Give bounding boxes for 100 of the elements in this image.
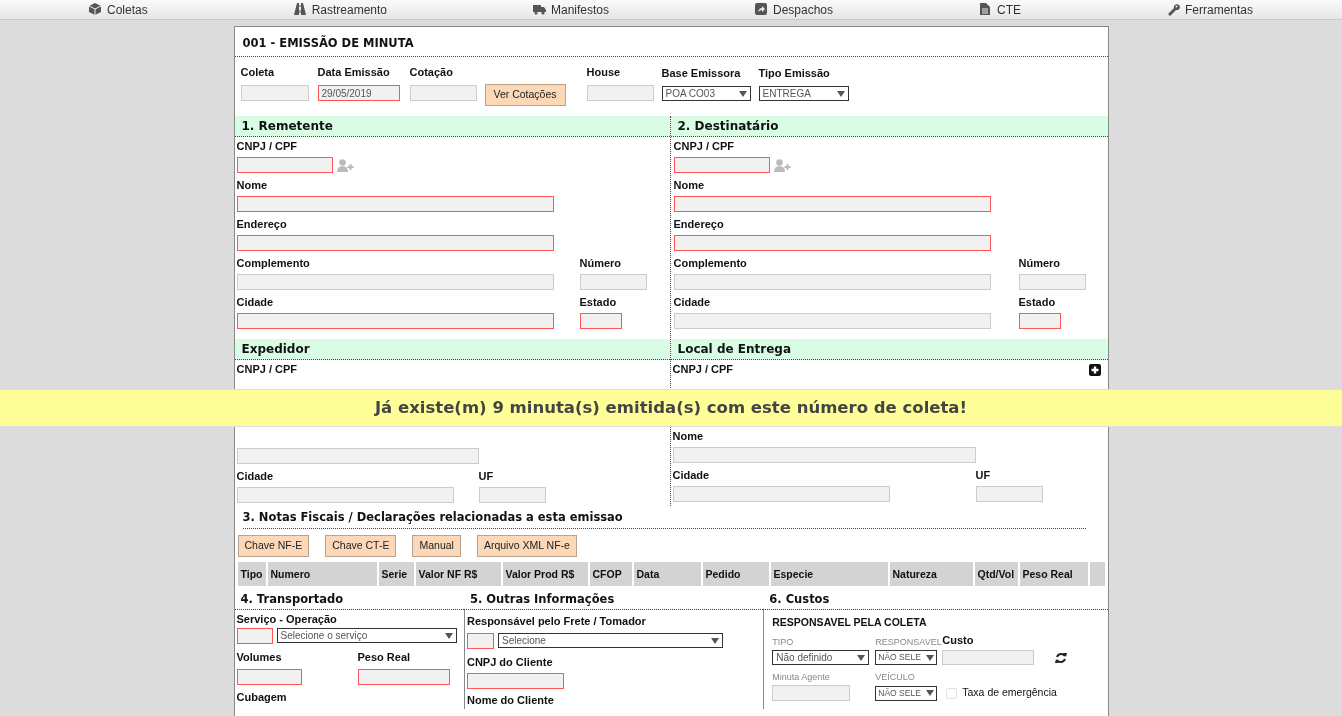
text-field[interactable] [673, 196, 991, 212]
document-icon [979, 3, 992, 16]
text-field[interactable] [975, 486, 1043, 502]
field-label: Estado [579, 295, 617, 310]
column-header: Tipo [237, 562, 266, 586]
field-label: Base Emissora [661, 66, 742, 81]
column-header: Peso Real [1019, 562, 1088, 586]
field-label: Cidade [672, 468, 710, 483]
text-field[interactable] [240, 85, 309, 101]
text-field[interactable] [357, 668, 450, 685]
refresh-icon[interactable] [1055, 651, 1068, 664]
column-header: Valor NF R$ [415, 562, 501, 586]
text-field[interactable] [673, 235, 991, 251]
text-field[interactable] [942, 650, 1035, 665]
select-field[interactable]: POA CO03 [661, 86, 751, 101]
text-field[interactable] [1018, 274, 1086, 290]
column-header: Numero [267, 562, 377, 586]
caret-icon [857, 654, 866, 661]
field-label: Nome do Cliente [466, 692, 555, 708]
subsection-title: RESPONSAVEL PELA COLETA [772, 615, 928, 630]
text-field[interactable] [236, 196, 554, 212]
field-label: Cubagem [236, 689, 288, 705]
field-label: CNPJ / CPF [672, 362, 733, 377]
field-label: UF [975, 468, 991, 483]
field-label: Complemento [673, 256, 747, 271]
select-field[interactable]: ENTREGA [758, 86, 849, 101]
notes-button[interactable]: Arquivo XML NF-e [476, 535, 577, 557]
field-label: Coleta [240, 65, 276, 80]
text-field[interactable] [236, 668, 302, 685]
nav-link[interactable]: Despachos [755, 0, 834, 19]
text-field[interactable] [579, 313, 622, 329]
text-field[interactable] [673, 274, 991, 290]
caret-icon [710, 637, 719, 644]
text-field[interactable] [236, 274, 554, 290]
text-field[interactable] [672, 486, 890, 502]
field-label: CNPJ / CPF [236, 362, 297, 377]
ver-cotacoes-button[interactable]: Ver Cotações [484, 84, 566, 106]
field-label: UF [478, 469, 494, 484]
text-field[interactable] [579, 274, 647, 290]
cube-icon [89, 3, 102, 16]
text-field[interactable]: 29/05/2019 [317, 85, 400, 101]
text-field[interactable] [236, 448, 479, 464]
field-label: Cidade [673, 295, 711, 310]
field-label: Custo [942, 633, 974, 648]
column-header: Data [633, 562, 701, 586]
text-field[interactable] [672, 447, 976, 463]
nav-link[interactable]: Coletas [89, 0, 148, 19]
section-title: 6. Custos [763, 589, 1108, 610]
add-icon[interactable] [1088, 364, 1101, 376]
column-header: Serie [378, 562, 414, 586]
field-label: TIPO [772, 636, 795, 649]
field-label: Endereço [236, 217, 287, 232]
section-title: Local de Entrega [677, 340, 792, 358]
text-field[interactable] [466, 672, 564, 689]
select-field[interactable]: Selecione o serviço [276, 628, 457, 643]
text-field[interactable] [236, 235, 554, 251]
nav-link[interactable]: Rastreamento [293, 0, 387, 19]
field-label: VEÍCULO [875, 671, 915, 684]
nav-link[interactable]: Manifestos [533, 0, 609, 19]
nav-link[interactable]: CTE [979, 0, 1021, 19]
section-title: 3. Notas Fiscais / Declarações relacionadas a esta emissao [242, 508, 1086, 529]
field-label: Peso Real [357, 650, 412, 665]
text-field[interactable] [236, 157, 333, 173]
field-label: Responsável pelo Frete / Tomador [466, 614, 647, 629]
wrench-icon [1166, 3, 1180, 16]
select-field[interactable]: NÃO SELE [875, 685, 938, 701]
warning-banner: Já existe(m) 9 minuta(s) emitida(s) com este número de coleta! [0, 389, 1342, 427]
field-label: Cidade [236, 295, 274, 310]
select-field[interactable]: NÃO SELE [875, 650, 938, 665]
notes-button[interactable]: Chave NF-E [237, 535, 310, 557]
text-field[interactable] [673, 157, 770, 173]
field-label: Data Emissão [317, 65, 391, 80]
nav-link[interactable]: Ferramentas [1166, 0, 1253, 19]
text-field[interactable] [586, 85, 654, 101]
text-field[interactable] [236, 487, 454, 503]
notes-button[interactable]: Manual [412, 535, 461, 557]
text-field[interactable] [409, 85, 477, 101]
caret-icon [738, 90, 747, 97]
notes-button[interactable]: Chave CT-E [325, 535, 397, 557]
text-field[interactable] [673, 313, 991, 329]
text-field[interactable] [236, 628, 273, 644]
field-label: Volumes [236, 650, 283, 665]
truck-icon [533, 3, 546, 16]
field-label: Nome [673, 178, 705, 193]
text-field[interactable] [1018, 313, 1061, 329]
road-icon [293, 3, 307, 16]
section-title: Expedidor [241, 340, 310, 358]
select-field[interactable]: Selecione [497, 633, 723, 648]
select-field[interactable]: Não definido [772, 650, 870, 665]
text-field[interactable] [236, 313, 554, 329]
caret-icon [926, 654, 935, 661]
column-header: Qtd/Vol [974, 562, 1018, 586]
field-label: Número [579, 256, 622, 271]
emergency-checkbox[interactable] [946, 687, 958, 699]
text-field[interactable] [466, 633, 494, 649]
text-field[interactable] [478, 487, 546, 503]
field-label: Nome [672, 429, 704, 444]
share-icon [755, 3, 768, 16]
checkbox-label: Taxa de emergência [962, 685, 1057, 701]
text-field[interactable] [772, 685, 851, 701]
